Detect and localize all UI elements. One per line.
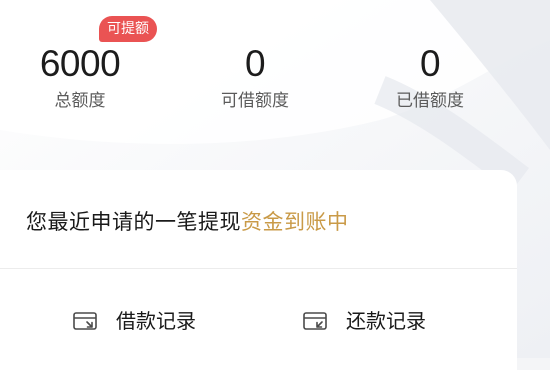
increase-limit-badge[interactable]: 可提额 xyxy=(99,16,157,42)
total-limit-label: 总额度 xyxy=(54,91,106,111)
available-limit-label: 可借额度 xyxy=(221,91,289,111)
withdrawal-status-notice[interactable]: 您最近申请的一笔提现资金到账中 xyxy=(26,208,349,236)
card-return-icon xyxy=(303,312,327,330)
stat-available-limit[interactable]: 0 可借额度 xyxy=(175,44,335,112)
borrow-records-button[interactable]: 借款记录 xyxy=(72,306,196,336)
repay-records-label: 还款记录 xyxy=(346,309,426,333)
withdrawal-card: 您最近申请的一笔提现资金到账中 借款记录 还款记录 xyxy=(0,170,517,370)
card-in-icon xyxy=(73,312,97,330)
notice-prefix: 您最近申请的一笔提现 xyxy=(26,210,241,234)
divider xyxy=(0,268,517,269)
borrowed-limit-label: 已借额度 xyxy=(396,91,464,111)
notice-highlight: 资金到账中 xyxy=(241,210,349,234)
repay-records-button[interactable]: 还款记录 xyxy=(302,306,426,336)
stat-borrowed-limit[interactable]: 0 已借额度 xyxy=(350,44,510,112)
borrow-records-label: 借款记录 xyxy=(116,309,196,333)
total-limit-value: 6000 xyxy=(39,43,121,84)
borrowed-limit-value: 0 xyxy=(419,43,441,84)
stat-total-limit[interactable]: 6000 总额度 xyxy=(0,44,160,112)
available-limit-value: 0 xyxy=(244,43,266,84)
credit-stats: 6000 总额度 可提额 0 可借额度 0 已借额度 xyxy=(0,0,550,130)
